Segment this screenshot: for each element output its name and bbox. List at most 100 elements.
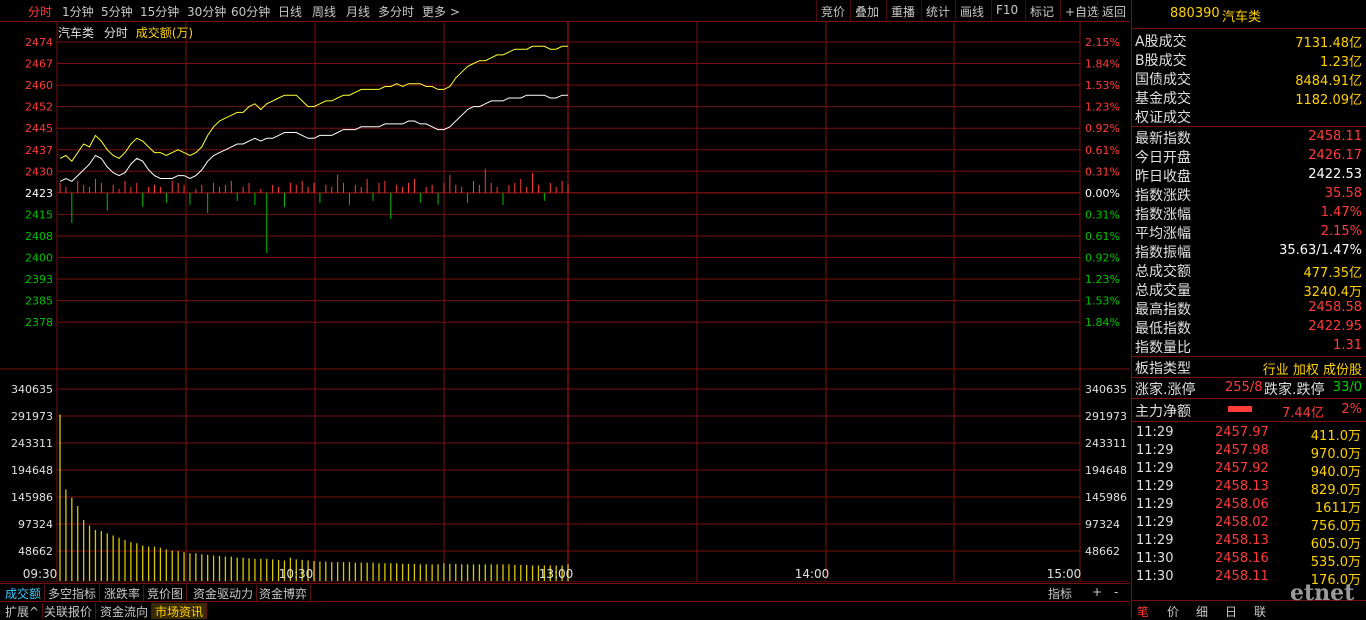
price-tick-label: 2408 — [25, 230, 53, 243]
stat-row: 最低指数 2422.95 — [1132, 317, 1365, 337]
stat-label: 指数量比 — [1135, 340, 1191, 356]
stat-value: 1.31 — [1333, 338, 1362, 353]
trade-price: 2458.13 — [1215, 533, 1269, 548]
panel-tab-1[interactable]: 价 — [1167, 603, 1179, 620]
pct-tick-label: 1.23% — [1085, 273, 1120, 286]
vol-tick-label: 340635 — [11, 383, 53, 396]
period-tab-9[interactable]: 多分时 — [378, 3, 414, 20]
chart-index-name: 汽车类 — [58, 26, 95, 40]
up-label: 涨家.涨停 — [1135, 382, 1196, 398]
vol-tick-label-right: 97324 — [1085, 518, 1120, 531]
extension-tab-3[interactable]: 市场资讯 — [152, 603, 208, 619]
stat-label: 最新指数 — [1135, 131, 1191, 147]
stat-value: 2458.11 — [1308, 129, 1362, 144]
stat-value: 35.63/1.47% — [1279, 243, 1362, 258]
stat-label: 最低指数 — [1135, 321, 1191, 337]
indicator-control-0[interactable]: 指标 — [1048, 585, 1072, 602]
trade-time: 11:29 — [1136, 443, 1174, 458]
toolbar-action-7[interactable]: +自选 — [1060, 0, 1099, 21]
indicator-tab-4[interactable]: 资金驱动力 — [190, 585, 258, 601]
period-tab-2[interactable]: 5分钟 — [101, 3, 133, 20]
trade-price: 2458.02 — [1215, 515, 1269, 530]
period-tab-5[interactable]: 60分钟 — [231, 3, 270, 20]
toolbar-action-0[interactable]: 竞价 — [816, 0, 850, 21]
indicator-tab-5[interactable]: 资金博弈 — [256, 585, 312, 601]
vol-tick-label: 145986 — [11, 491, 53, 504]
toolbar-action-4[interactable]: 画线 — [955, 0, 991, 21]
vol-tick-label: 194648 — [11, 464, 53, 477]
board-type-value: 行业 加权 成份股 — [1262, 363, 1362, 378]
panel-tab-0[interactable]: 笔 — [1137, 603, 1149, 620]
trade-row: 11:29 2458.13 829.0万 — [1132, 478, 1365, 498]
period-tab-10[interactable]: 更多 > — [422, 3, 460, 20]
down-label: 跌家.跌停 — [1264, 382, 1325, 398]
toolbar-action-8[interactable]: 返回 — [1097, 0, 1130, 21]
stat-value: 2422.95 — [1308, 319, 1362, 334]
stat-label: 平均涨幅 — [1135, 226, 1191, 242]
stat-label: 指数涨跌 — [1135, 188, 1191, 204]
trade-price: 2458.06 — [1215, 497, 1269, 512]
advance-decline-row: 涨家.涨停 255/8 跌家.跌停 33/0 — [1132, 378, 1365, 398]
turnover-row: 权证成交 — [1132, 106, 1365, 126]
period-tab-0[interactable]: 分时 — [28, 3, 52, 20]
index-name: 汽车类 — [1222, 10, 1262, 25]
period-tab-4[interactable]: 30分钟 — [187, 3, 226, 20]
period-tab-6[interactable]: 日线 — [278, 3, 302, 20]
period-tab-1[interactable]: 1分钟 — [62, 3, 94, 20]
trade-price: 2457.98 — [1215, 443, 1269, 458]
vol-tick-label: 97324 — [18, 518, 53, 531]
stat-row: 总成交额 477.35亿 — [1132, 260, 1365, 281]
period-toolbar: 分时 1分钟 5分钟 15分钟 30分钟 60分钟 日线 周线 月线 多分时 更多 > 竞价 叠加 重播统… — [0, 0, 1130, 22]
period-tab-3[interactable]: 15分钟 — [140, 3, 179, 20]
turnover-row: B股成交 1.23亿 — [1132, 49, 1365, 70]
stat-value: 2422.53 — [1308, 167, 1362, 182]
stat-row: 最新指数 2458.11 — [1132, 127, 1365, 147]
stat-row: 指数振幅 35.63/1.47% — [1132, 241, 1365, 261]
stat-label: 最高指数 — [1135, 302, 1191, 318]
indicator-control-1[interactable]: + — [1092, 585, 1102, 599]
turnover-row: 基金成交 1182.09亿 — [1132, 87, 1365, 108]
vol-tick-label-right: 340635 — [1085, 383, 1127, 396]
stat-value: 2426.17 — [1308, 148, 1362, 163]
trade-time: 11:29 — [1136, 515, 1174, 530]
trade-time: 11:30 — [1136, 551, 1174, 566]
price-tick-label: 2378 — [25, 316, 53, 329]
toolbar-action-6[interactable]: 标记 — [1025, 0, 1060, 21]
vol-tick-label-right: 48662 — [1085, 545, 1120, 558]
stat-value: 2.15% — [1320, 224, 1362, 239]
indicator-tab-0[interactable]: 成交额 — [2, 585, 46, 601]
stat-row: 平均涨幅 2.15% — [1132, 222, 1365, 242]
turnover-row: 国债成交 8484.91亿 — [1132, 68, 1365, 89]
panel-tab-4[interactable]: 联 — [1254, 603, 1266, 620]
extension-tab-0[interactable]: 扩展^ — [2, 603, 44, 619]
time-tick-label: 14:00 — [795, 567, 830, 581]
vol-tick-label-right: 243311 — [1085, 437, 1127, 450]
toolbar-action-1[interactable]: 叠加 — [850, 0, 886, 21]
turnover-label: 基金成交 — [1135, 91, 1191, 107]
extension-tab-1[interactable]: 关联报价 — [41, 603, 97, 619]
period-tab-8[interactable]: 月线 — [346, 3, 370, 20]
panel-tab-3[interactable]: 日 — [1225, 603, 1237, 620]
trade-price: 2457.97 — [1215, 425, 1269, 440]
toolbar-action-2[interactable]: 重播 — [886, 0, 921, 21]
trade-price: 2458.16 — [1215, 551, 1269, 566]
period-tab-7[interactable]: 周线 — [312, 3, 336, 20]
indicator-tab-1[interactable]: 多空指标 — [45, 585, 101, 601]
toolbar-action-5[interactable]: F10 — [991, 0, 1025, 21]
trade-price: 2458.11 — [1215, 569, 1269, 584]
indicator-tab-3[interactable]: 竞价图 — [144, 585, 188, 601]
indicator-control-2[interactable]: - — [1114, 585, 1118, 599]
trade-price: 2457.92 — [1215, 461, 1269, 476]
stat-label: 总成交量 — [1135, 283, 1191, 299]
toolbar-action-3[interactable]: 统计 — [921, 0, 955, 21]
price-tick-label: 2467 — [25, 58, 53, 71]
indicator-tab-2[interactable]: 涨跌率 — [101, 585, 145, 601]
price-tick-label: 2393 — [25, 273, 53, 286]
main-net-row: 主力净额 7.44亿 2% — [1132, 400, 1365, 421]
panel-tab-2[interactable]: 细 — [1196, 603, 1208, 620]
chart-mode-label: 分时 — [103, 26, 128, 40]
up-value: 255/8 — [1225, 380, 1263, 395]
price-tick-label: 2452 — [25, 101, 53, 114]
chart-header: 汽车类 分时 成交额(万) — [58, 24, 193, 41]
extension-tab-2[interactable]: 资金流向 — [97, 603, 153, 619]
